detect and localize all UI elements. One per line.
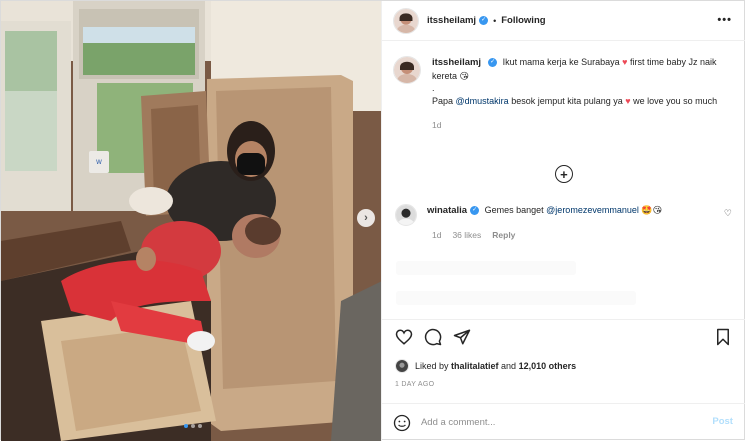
caption-text-1: Ikut mama kerja ke Surabaya: [502, 57, 620, 67]
comment-bubble-graphic: [424, 328, 442, 346]
verified-badge-icon: ✓: [479, 16, 489, 25]
heart-emoji: ♥: [625, 95, 631, 106]
smiley-graphic: [393, 414, 411, 431]
bookmark-graphic: [716, 328, 729, 346]
comment-item: winatalia ✓ Gemes banget @jeromezevemmanu…: [394, 204, 740, 240]
comment-like-heart-icon[interactable]: ♡: [724, 208, 732, 219]
carousel-dot: [191, 424, 195, 428]
caption-mention-link[interactable]: @dmustakira: [456, 96, 509, 106]
liked-by-user[interactable]: thalitalatief: [451, 361, 499, 371]
post-action-bar: [381, 319, 745, 355]
post-photo[interactable]: W ›: [1, 1, 381, 441]
more-options-icon[interactable]: •••: [717, 14, 732, 26]
author-avatar[interactable]: [392, 7, 419, 34]
comment-mention-link[interactable]: @jeromezevemmanuel: [546, 205, 639, 215]
comment-composer: Post: [381, 403, 745, 441]
comment-input[interactable]: [420, 414, 701, 431]
separator-dot: •: [493, 15, 497, 26]
comment-bubble-icon[interactable]: [424, 328, 442, 346]
verified-badge-icon: ✓: [470, 206, 480, 216]
chevron-right-icon: ›: [364, 212, 368, 224]
carousel-dot-active: [184, 424, 188, 428]
liker-avatar[interactable]: [394, 359, 409, 373]
following-button[interactable]: Following: [501, 15, 545, 26]
liker-avatar-image: [395, 360, 408, 372]
commenter-avatar-image: [395, 205, 416, 225]
comment-meta: 1d 36 likes Reply: [432, 230, 515, 240]
post-comment-button[interactable]: Post: [712, 416, 733, 427]
author-username[interactable]: itssheilamj: [427, 15, 476, 26]
plus-circle-icon: +: [560, 166, 568, 182]
paper-plane-graphic: [453, 329, 471, 345]
caption-text-5: we love you so much: [633, 95, 718, 106]
post-details-panel: itssheilamj ✓ • Following ••• itssheilam…: [380, 1, 745, 441]
caption-body: itssheilamj ✓ Ikut mama kerja ke Surabaya…: [432, 56, 732, 132]
caption-text-4: besok jemput kita pulang ya: [511, 95, 623, 106]
kiss-emoji: 😘: [459, 70, 469, 81]
commenter-avatar[interactable]: [394, 204, 417, 226]
load-more-comments-button[interactable]: +: [554, 165, 573, 183]
carousel-dot: [198, 424, 202, 428]
smiley-icon[interactable]: [393, 414, 411, 432]
author-avatar-image: [393, 8, 418, 33]
caption-avatar-image: [393, 57, 420, 83]
loading-placeholder: [395, 261, 576, 275]
paper-plane-icon[interactable]: [453, 328, 471, 346]
loading-placeholder: [395, 291, 636, 305]
heart-icon[interactable]: [395, 328, 413, 346]
comment-likes[interactable]: 36 likes: [452, 230, 481, 240]
liked-by-others[interactable]: 12,010 others: [519, 361, 577, 371]
commenter-username[interactable]: winatalia: [427, 205, 467, 216]
instagram-post-modal: W › itssheilamj ✓ • Following ••• itsshe…: [0, 0, 745, 441]
caption-username[interactable]: itssheilamj: [432, 57, 481, 68]
carousel-indicator: [184, 424, 202, 428]
heart-emoji: ♥: [622, 57, 628, 67]
train-interior-photo: W: [1, 1, 381, 441]
post-timestamp[interactable]: 1 DAY AGO: [395, 381, 434, 388]
comment-reply-button[interactable]: Reply: [492, 230, 515, 240]
comment-time[interactable]: 1d: [432, 230, 441, 240]
liked-by-label: Liked by: [414, 361, 449, 371]
comment-body: winatalia ✓ Gemes banget @jeromezevemmanu…: [427, 204, 717, 226]
caption-time[interactable]: 1d: [432, 119, 732, 132]
post-header: itssheilamj ✓ • Following •••: [381, 1, 745, 41]
caption-text-3: Papa: [431, 95, 453, 106]
heart-icon-graphic: [395, 329, 413, 345]
caption-author-avatar[interactable]: [392, 56, 421, 84]
carousel-next-button[interactable]: ›: [357, 209, 375, 227]
comment-text: Gemes banget: [484, 205, 544, 215]
caption-dot: .: [431, 83, 435, 93]
comment-emojis: 🤩😘: [641, 205, 662, 215]
verified-badge-icon: ✓: [488, 58, 498, 68]
post-caption: itssheilamj ✓ Ikut mama kerja ke Surabaya…: [392, 56, 738, 132]
liked-by-row: Liked by thalitalatief and 12,010 others: [394, 359, 577, 373]
liked-by-and: and: [501, 361, 517, 371]
bookmark-icon[interactable]: [714, 328, 732, 346]
svg-text:W: W: [96, 159, 102, 166]
